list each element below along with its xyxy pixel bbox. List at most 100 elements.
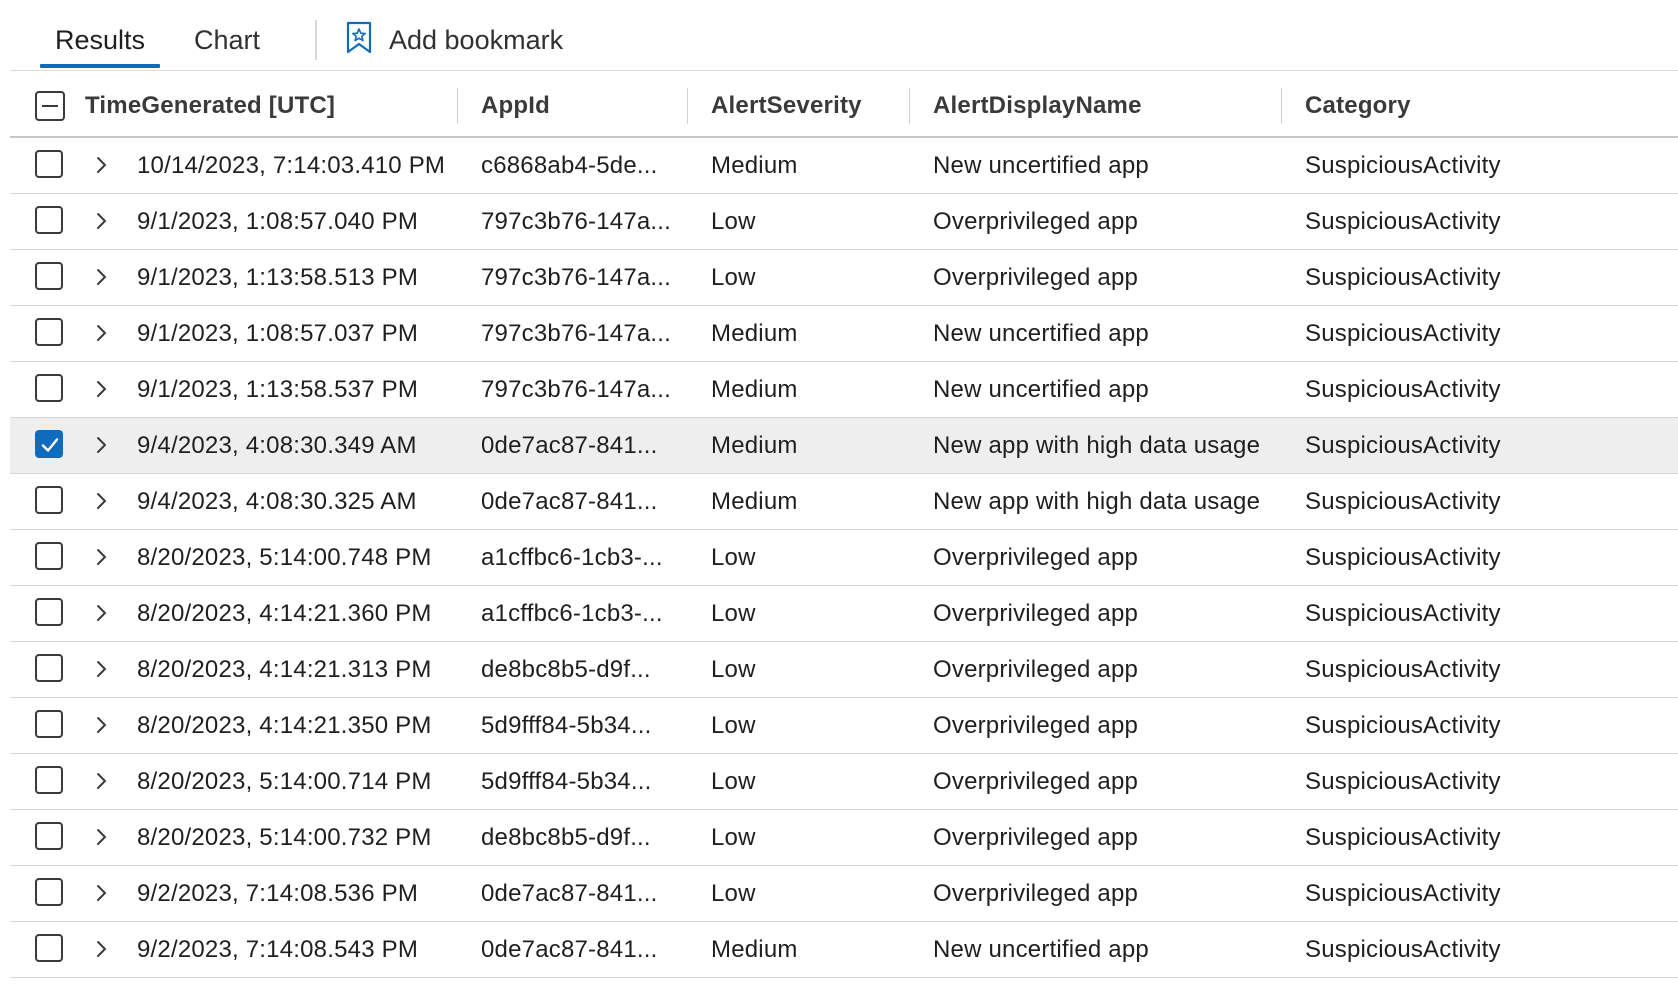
column-resize-handle[interactable] bbox=[909, 88, 910, 124]
cell-alertseverity: Low bbox=[711, 656, 756, 683]
column-resize-handle[interactable] bbox=[687, 88, 688, 124]
cell-appid: de8bc8b5-d9f... bbox=[481, 824, 651, 851]
table-row[interactable]: 9/1/2023, 1:08:57.040 PM 797c3b76-147a...… bbox=[10, 194, 1678, 250]
cell-timegenerated: 9/1/2023, 1:08:57.040 PM bbox=[137, 208, 419, 235]
cell-timegenerated: 8/20/2023, 5:14:00.714 PM bbox=[137, 768, 432, 795]
chevron-right-icon[interactable] bbox=[92, 491, 112, 511]
cell-timegenerated: 9/2/2023, 7:14:08.543 PM bbox=[137, 936, 419, 963]
column-header-alertseverity[interactable]: AlertSeverity bbox=[711, 76, 862, 136]
row-checkbox[interactable] bbox=[35, 822, 63, 850]
active-tab-indicator bbox=[40, 64, 160, 68]
tab-chart-label: Chart bbox=[194, 25, 261, 55]
chevron-right-icon[interactable] bbox=[92, 435, 112, 455]
table-row[interactable]: 8/20/2023, 4:14:21.360 PM a1cffbc6-1cb3-.… bbox=[10, 586, 1678, 642]
table-row[interactable]: 10/14/2023, 7:14:03.410 PM c6868ab4-5de..… bbox=[10, 138, 1678, 194]
table-row[interactable]: 8/20/2023, 5:14:00.748 PM a1cffbc6-1cb3-.… bbox=[10, 530, 1678, 586]
cell-timegenerated: 9/2/2023, 7:14:08.536 PM bbox=[137, 880, 419, 907]
chevron-right-icon[interactable] bbox=[92, 771, 112, 791]
table-row[interactable]: 8/20/2023, 4:14:21.313 PM de8bc8b5-d9f...… bbox=[10, 642, 1678, 698]
cell-alertdisplayname: New uncertified app bbox=[933, 376, 1149, 403]
cell-appid: a1cffbc6-1cb3-... bbox=[481, 544, 663, 571]
table-row[interactable]: 9/2/2023, 7:14:08.536 PM 0de7ac87-841... L… bbox=[10, 866, 1678, 922]
cell-appid: 0de7ac87-841... bbox=[481, 488, 658, 515]
cell-category: SuspiciousActivity bbox=[1305, 152, 1501, 179]
table-row[interactable]: 8/20/2023, 5:14:00.714 PM 5d9fff84-5b34..… bbox=[10, 754, 1678, 810]
column-resize-handle[interactable] bbox=[1281, 88, 1282, 124]
row-checkbox[interactable] bbox=[35, 150, 63, 178]
table-row[interactable]: 9/2/2023, 7:14:08.543 PM 0de7ac87-841... M… bbox=[10, 922, 1678, 978]
cell-alertseverity: Low bbox=[711, 768, 756, 795]
chevron-right-icon[interactable] bbox=[92, 603, 112, 623]
chevron-right-icon[interactable] bbox=[92, 267, 112, 287]
chevron-right-icon[interactable] bbox=[92, 155, 112, 175]
row-checkbox[interactable] bbox=[35, 654, 63, 682]
row-checkbox[interactable] bbox=[35, 598, 63, 626]
column-header-timegenerated[interactable]: TimeGenerated [UTC] bbox=[85, 76, 335, 136]
cell-alertdisplayname: Overprivileged app bbox=[933, 544, 1139, 571]
toolbar-separator bbox=[10, 70, 1678, 71]
row-checkbox[interactable] bbox=[35, 542, 63, 570]
cell-alertseverity: Medium bbox=[711, 320, 798, 347]
cell-category: SuspiciousActivity bbox=[1305, 488, 1501, 515]
cell-appid: 0de7ac87-841... bbox=[481, 432, 658, 459]
tab-chart[interactable]: Chart bbox=[194, 18, 260, 62]
table-row[interactable]: 9/4/2023, 4:08:30.325 AM 0de7ac87-841... M… bbox=[10, 474, 1678, 530]
add-bookmark-label: Add bookmark bbox=[389, 24, 564, 55]
cell-alertseverity: Low bbox=[711, 264, 756, 291]
cell-timegenerated: 9/4/2023, 4:08:30.349 AM bbox=[137, 432, 417, 459]
row-checkbox[interactable] bbox=[35, 934, 63, 962]
row-checkbox[interactable] bbox=[35, 206, 63, 234]
chevron-right-icon[interactable] bbox=[92, 379, 112, 399]
cell-appid: 797c3b76-147a... bbox=[481, 208, 672, 235]
chevron-right-icon[interactable] bbox=[92, 323, 112, 343]
row-checkbox[interactable] bbox=[35, 318, 63, 346]
cell-appid: 797c3b76-147a... bbox=[481, 376, 672, 403]
cell-appid: 0de7ac87-841... bbox=[481, 880, 658, 907]
cell-category: SuspiciousActivity bbox=[1305, 768, 1501, 795]
cell-category: SuspiciousActivity bbox=[1305, 824, 1501, 851]
chevron-right-icon[interactable] bbox=[92, 211, 112, 231]
row-checkbox[interactable] bbox=[35, 374, 63, 402]
cell-category: SuspiciousActivity bbox=[1305, 880, 1501, 907]
results-grid: TimeGenerated [UTC] AppId AlertSeverity … bbox=[10, 76, 1678, 978]
chevron-right-icon[interactable] bbox=[92, 883, 112, 903]
table-row[interactable]: 8/20/2023, 5:14:00.732 PM de8bc8b5-d9f...… bbox=[10, 810, 1678, 866]
cell-timegenerated: 8/20/2023, 4:14:21.313 PM bbox=[137, 656, 432, 683]
cell-alertdisplayname: Overprivileged app bbox=[933, 264, 1139, 291]
column-resize-handle[interactable] bbox=[457, 88, 458, 124]
row-checkbox[interactable] bbox=[35, 878, 63, 906]
row-checkbox[interactable] bbox=[35, 766, 63, 794]
select-all-checkbox[interactable] bbox=[35, 91, 65, 121]
column-header-category[interactable]: Category bbox=[1305, 76, 1411, 136]
table-row[interactable]: 9/1/2023, 1:08:57.037 PM 797c3b76-147a...… bbox=[10, 306, 1678, 362]
cell-timegenerated: 10/14/2023, 7:14:03.410 PM bbox=[137, 152, 446, 179]
cell-timegenerated: 8/20/2023, 5:14:00.748 PM bbox=[137, 544, 432, 571]
cell-alertdisplayname: Overprivileged app bbox=[933, 824, 1139, 851]
row-checkbox[interactable] bbox=[35, 486, 63, 514]
grid-header-row: TimeGenerated [UTC] AppId AlertSeverity … bbox=[10, 76, 1678, 138]
cell-category: SuspiciousActivity bbox=[1305, 936, 1501, 963]
row-checkbox[interactable] bbox=[35, 710, 63, 738]
tab-results[interactable]: Results bbox=[40, 18, 160, 68]
row-checkbox[interactable] bbox=[35, 262, 63, 290]
column-header-appid[interactable]: AppId bbox=[481, 76, 550, 136]
cell-timegenerated: 8/20/2023, 4:14:21.350 PM bbox=[137, 712, 432, 739]
cell-appid: 0de7ac87-841... bbox=[481, 936, 658, 963]
chevron-right-icon[interactable] bbox=[92, 659, 112, 679]
chevron-right-icon[interactable] bbox=[92, 547, 112, 567]
table-row[interactable]: 9/4/2023, 4:08:30.349 AM 0de7ac87-841... M… bbox=[10, 418, 1678, 474]
chevron-right-icon[interactable] bbox=[92, 827, 112, 847]
chevron-right-icon[interactable] bbox=[92, 939, 112, 959]
chevron-right-icon[interactable] bbox=[92, 715, 112, 735]
cell-alertdisplayname: New uncertified app bbox=[933, 320, 1149, 347]
cell-timegenerated: 9/4/2023, 4:08:30.325 AM bbox=[137, 488, 417, 515]
column-header-alertdisplayname[interactable]: AlertDisplayName bbox=[933, 76, 1142, 136]
table-row[interactable]: 9/1/2023, 1:13:58.513 PM 797c3b76-147a...… bbox=[10, 250, 1678, 306]
table-row[interactable]: 9/1/2023, 1:13:58.537 PM 797c3b76-147a...… bbox=[10, 362, 1678, 418]
checkmark-icon bbox=[41, 438, 59, 452]
row-checkbox[interactable] bbox=[35, 430, 63, 458]
cell-alertdisplayname: Overprivileged app bbox=[933, 208, 1139, 235]
table-row[interactable]: 8/20/2023, 4:14:21.350 PM 5d9fff84-5b34..… bbox=[10, 698, 1678, 754]
add-bookmark-button[interactable]: Add bookmark bbox=[345, 18, 563, 62]
cell-alertdisplayname: Overprivileged app bbox=[933, 656, 1139, 683]
